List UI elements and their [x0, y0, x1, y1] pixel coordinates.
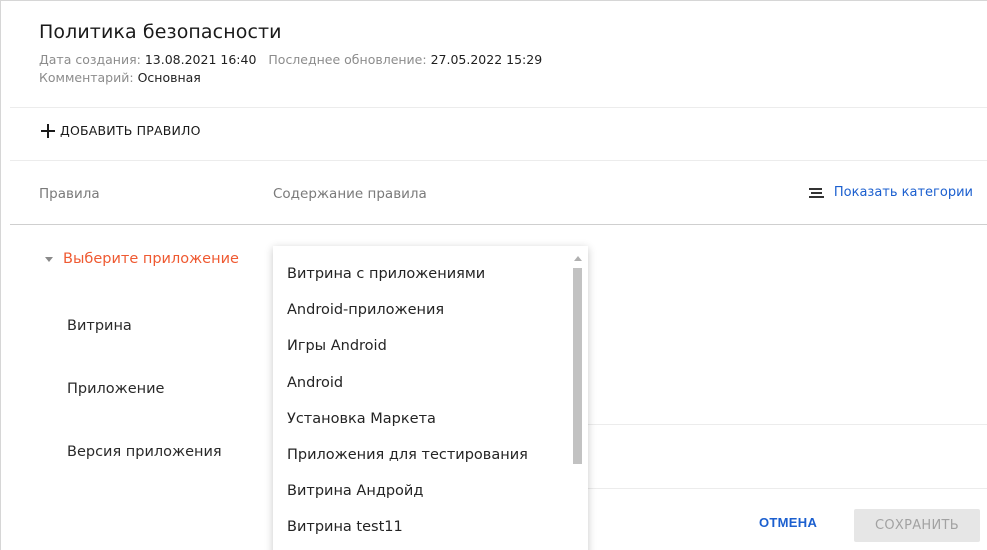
created-label: Дата создания:	[39, 52, 141, 67]
scroll-up-arrow-icon[interactable]	[574, 256, 582, 261]
table-header-divider	[10, 224, 987, 225]
field-application: Приложение	[67, 381, 165, 397]
dropdown-option[interactable]: Установка Маркета	[273, 401, 565, 437]
created-value: 13.08.2021 16:40	[144, 52, 257, 67]
policy-header: Политика безопасности Дата создания: 13.…	[39, 21, 542, 86]
dropdown-options: Витрина с приложениями Android-приложени…	[273, 256, 565, 546]
toolbar-divider	[10, 160, 987, 161]
updated-label: Последнее обновление:	[268, 52, 427, 67]
field-showcase: Витрина	[67, 318, 132, 334]
dropdown-option[interactable]: Витрина test11	[273, 509, 565, 545]
policy-comment: Комментарий: Основная	[39, 69, 542, 86]
field-app-version: Версия приложения	[67, 444, 222, 460]
updated-value: 27.05.2022 15:29	[430, 52, 543, 67]
dropdown-option[interactable]: Витрина Андройд	[273, 473, 565, 509]
show-categories-label: Показать категории	[833, 185, 973, 200]
cancel-button[interactable]: ОТМЕНА	[759, 515, 817, 530]
caret-down-icon	[45, 256, 53, 262]
dropdown-option[interactable]: Android	[273, 365, 565, 401]
comment-value: Основная	[137, 70, 201, 85]
dropdown-option[interactable]: Приложения для тестирования	[273, 437, 565, 473]
column-header-content: Содержание правила	[273, 186, 427, 202]
list-lines-icon	[808, 187, 824, 198]
comment-label: Комментарий:	[39, 70, 134, 85]
save-button[interactable]: СОХРАНИТЬ	[854, 509, 980, 542]
add-rule-button[interactable]: ДОБАВИТЬ ПРАВИЛО	[41, 123, 201, 138]
dropdown-option[interactable]: Витрина с приложениями	[273, 256, 565, 292]
dropdown-option[interactable]: Android-приложения	[273, 292, 565, 328]
policy-panel: Политика безопасности Дата создания: 13.…	[0, 0, 987, 550]
select-app-label: Выберите приложение	[63, 251, 239, 267]
dropdown-option[interactable]: Игры Android	[273, 328, 565, 364]
app-dropdown-menu: Витрина с приложениями Android-приложени…	[273, 246, 588, 550]
page-title: Политика безопасности	[39, 21, 282, 43]
scrollbar-thumb[interactable]	[573, 268, 582, 464]
show-categories-button[interactable]: Показать категории	[808, 185, 973, 200]
select-app-toggle[interactable]: Выберите приложение	[45, 251, 239, 267]
header-divider	[10, 107, 987, 108]
dropdown-scrollbar[interactable]	[571, 250, 584, 550]
column-header-rules: Правила	[39, 186, 100, 202]
plus-icon	[41, 123, 55, 138]
add-rule-label: ДОБАВИТЬ ПРАВИЛО	[60, 123, 201, 138]
policy-dates: Дата создания: 13.08.2021 16:40 Последне…	[39, 51, 542, 68]
